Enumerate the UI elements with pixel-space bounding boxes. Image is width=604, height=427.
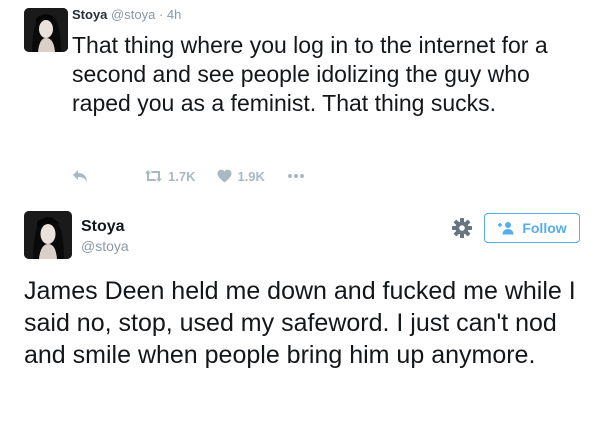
follow-person-icon <box>498 222 514 235</box>
follow-label: Follow <box>522 220 567 236</box>
avatar-photo <box>24 8 68 52</box>
tweet-header: Stoya @stoya · 4h <box>72 7 181 23</box>
avatar[interactable] <box>24 8 68 52</box>
meta-separator: · <box>158 7 164 22</box>
tweet-text: That thing where you log in to the inter… <box>72 32 548 116</box>
reply-button[interactable] <box>72 169 88 183</box>
like-button[interactable]: 1.9K <box>217 168 265 184</box>
author-name[interactable]: Stoya <box>81 217 125 237</box>
tweet-text: James Deen held me down and fucked me wh… <box>24 277 576 369</box>
author-handle[interactable]: @stoya <box>81 237 129 255</box>
retweet-icon <box>145 170 162 182</box>
author-handle[interactable]: @stoya <box>111 7 155 22</box>
retweet-button[interactable]: 1.7K <box>144 169 195 184</box>
tweet-timestamp[interactable]: 4h <box>167 7 181 22</box>
follow-button[interactable]: Follow <box>484 213 580 243</box>
gear-icon <box>452 218 472 238</box>
author-name[interactable]: Stoya <box>72 7 107 22</box>
tweet-actions: 1.7K 1.9K <box>72 166 305 186</box>
heart-icon <box>217 169 232 183</box>
avatar-photo <box>24 211 72 259</box>
like-count: 1.9K <box>237 168 265 184</box>
tweet-quoted: Stoya @stoya Follow James Deen held me d… <box>0 195 604 427</box>
reply-icon <box>73 170 87 182</box>
avatar[interactable] <box>24 211 72 259</box>
more-button[interactable] <box>287 173 305 179</box>
tweet-embedded: Stoya @stoya · 4h That thing where you l… <box>0 0 604 195</box>
more-icon <box>287 174 304 178</box>
settings-button[interactable] <box>451 217 473 239</box>
retweet-count: 1.7K <box>168 168 196 184</box>
